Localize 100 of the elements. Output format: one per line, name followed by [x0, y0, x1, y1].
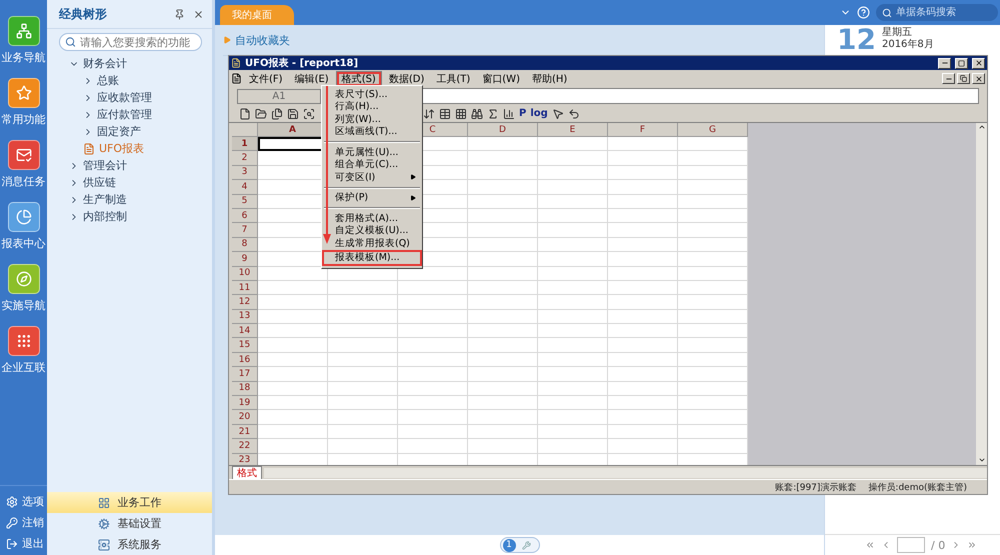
row-header[interactable]: 1 [232, 137, 258, 152]
tree-item[interactable]: 总账 [47, 72, 212, 89]
menu-option[interactable]: 组合单元(C)... [322, 158, 422, 171]
menu-option[interactable]: 行高(H)... [322, 100, 422, 113]
row-header[interactable]: 2 [232, 151, 258, 166]
menu-item[interactable]: 文件(F) [244, 70, 288, 86]
column-header[interactable]: E [538, 123, 608, 137]
row-header[interactable]: 9 [232, 252, 258, 267]
row-header[interactable]: 16 [232, 352, 258, 368]
menu-item[interactable]: 工具(T) [431, 70, 476, 86]
search-field[interactable]: 请输入您要搜索的功能 [59, 33, 202, 51]
row-header[interactable]: 6 [232, 208, 258, 224]
tree-item[interactable]: 应收款管理 [47, 89, 212, 106]
row-header[interactable]: 23 [232, 454, 258, 465]
tree-item[interactable]: 管理会计 [47, 157, 212, 174]
column-header[interactable]: F [608, 123, 678, 137]
sigma-icon[interactable] [487, 108, 499, 120]
sort-icon[interactable] [423, 108, 435, 120]
horizontal-scrollbar[interactable] [264, 468, 987, 478]
tree-item[interactable]: UFO报表 [47, 140, 212, 157]
tree-item[interactable]: 供应链 [47, 174, 212, 191]
minimize-button[interactable] [942, 73, 955, 84]
undo-icon[interactable] [568, 108, 580, 120]
scroll-down-icon[interactable] [978, 456, 986, 464]
row-header[interactable]: 7 [232, 223, 258, 238]
row-header[interactable]: 21 [232, 424, 258, 440]
help-icon[interactable] [857, 6, 870, 19]
menu-option[interactable]: 套用格式(A)... [322, 212, 422, 224]
menu-option[interactable]: 保护(P) [322, 192, 422, 204]
close-button[interactable] [972, 73, 985, 84]
toolbar-button[interactable]: log [530, 108, 548, 119]
nav-rail-item[interactable]: 企业互联 [2, 326, 46, 375]
page-switcher[interactable]: 1 [500, 537, 540, 553]
vertical-scrollbar[interactable] [976, 123, 987, 465]
new-file-icon[interactable] [239, 108, 251, 120]
close-icon[interactable] [193, 8, 204, 20]
last-page-icon[interactable] [967, 540, 978, 550]
menu-option[interactable]: 可变区(I) [322, 171, 422, 184]
toolbar-button[interactable]: P [519, 108, 526, 119]
row-header[interactable]: 20 [232, 410, 258, 425]
barcode-search-field[interactable]: 单据条码搜索 [876, 4, 998, 21]
rail-footer-link[interactable]: 注销 [0, 515, 47, 530]
row-header[interactable]: 8 [232, 238, 258, 252]
row-header[interactable]: 11 [232, 280, 258, 296]
page-field[interactable] [897, 537, 925, 553]
chart-icon[interactable] [503, 108, 515, 120]
module-tab[interactable]: 系统服务 [47, 534, 212, 555]
menu-item[interactable]: 编辑(E) [290, 70, 334, 86]
row-header[interactable]: 17 [232, 367, 258, 382]
menu-option[interactable]: 单元属性(U)... [322, 146, 422, 158]
row-header[interactable]: 14 [232, 324, 258, 338]
nav-rail-item[interactable]: 实施导航 [2, 264, 46, 313]
scroll-up-icon[interactable] [978, 123, 986, 131]
row-header[interactable]: 18 [232, 382, 258, 396]
menu-item[interactable]: 格式(S) [336, 70, 382, 86]
close-button[interactable] [972, 58, 985, 68]
row-header[interactable]: 4 [232, 180, 258, 195]
row-header[interactable]: 15 [232, 338, 258, 353]
minimize-button[interactable] [938, 58, 951, 68]
menu-option[interactable]: 生成常用报表(Q) [322, 237, 422, 250]
first-page-icon[interactable] [865, 540, 875, 550]
menu-item[interactable]: 数据(D) [384, 70, 430, 86]
rail-footer-link[interactable]: 退出 [0, 536, 47, 551]
row-header[interactable]: 13 [232, 310, 258, 324]
nav-rail-item[interactable]: 消息任务 [2, 140, 46, 189]
documents-icon[interactable] [271, 108, 283, 120]
table-icon[interactable] [439, 108, 451, 120]
menu-item[interactable]: 窗口(W) [477, 70, 525, 86]
pointer-icon[interactable] [552, 108, 564, 120]
grid-icon[interactable] [455, 108, 467, 120]
module-tab[interactable]: 基础设置 [47, 513, 212, 534]
menu-option[interactable]: 列宽(W)... [322, 113, 422, 126]
nav-rail-item[interactable]: 报表中心 [2, 202, 46, 251]
nav-rail-item[interactable]: 业务导航 [2, 16, 46, 65]
save-icon[interactable] [287, 108, 299, 120]
preview-icon[interactable] [303, 108, 315, 120]
open-folder-icon[interactable] [255, 108, 267, 120]
row-header[interactable]: 3 [232, 166, 258, 180]
sheet-tab[interactable]: 格式 [232, 466, 262, 480]
tree-item[interactable]: 应付款管理 [47, 106, 212, 123]
menu-option[interactable]: 自定义模板(U)... [322, 224, 422, 237]
pin-icon[interactable] [174, 8, 185, 20]
favorites-label[interactable]: 自动收藏夹 [235, 32, 290, 48]
column-header[interactable]: D [468, 123, 538, 137]
menu-item[interactable]: 帮助(H) [526, 70, 572, 86]
column-header[interactable]: G [678, 123, 748, 137]
row-header[interactable]: 19 [232, 396, 258, 410]
maximize-button[interactable] [955, 58, 968, 68]
cell-reference[interactable]: A1 [237, 88, 321, 104]
corner-cell[interactable] [232, 123, 258, 137]
module-tab[interactable]: 业务工作 [47, 492, 212, 513]
menu-option[interactable]: 表尺寸(S)... [322, 88, 422, 100]
restore-button[interactable] [957, 73, 970, 84]
row-header[interactable]: 5 [232, 194, 258, 209]
row-header[interactable]: 22 [232, 439, 258, 454]
formula-field[interactable] [421, 88, 979, 104]
tree-item[interactable]: 内部控制 [47, 208, 212, 225]
tree-item[interactable]: 固定资产 [47, 123, 212, 140]
nav-rail-item[interactable]: 常用功能 [2, 78, 46, 127]
rail-footer-link[interactable]: 选项 [0, 494, 47, 509]
